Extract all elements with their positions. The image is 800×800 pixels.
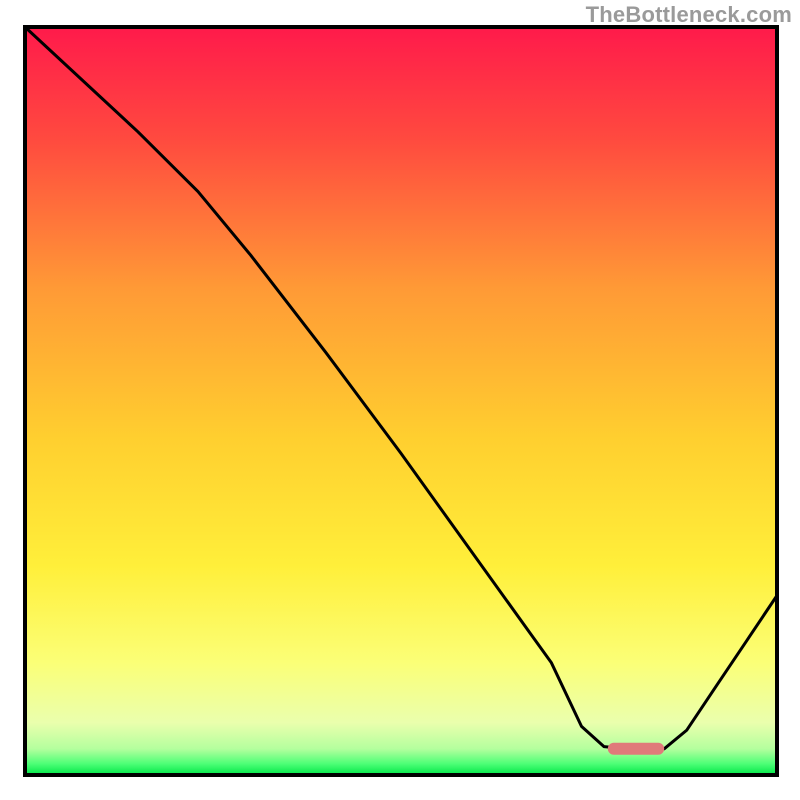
chart-svg xyxy=(0,0,800,800)
chart-background xyxy=(25,27,777,775)
chart-container: TheBottleneck.com xyxy=(0,0,800,800)
attribution-text: TheBottleneck.com xyxy=(586,2,792,28)
highlight-marker xyxy=(608,743,664,755)
